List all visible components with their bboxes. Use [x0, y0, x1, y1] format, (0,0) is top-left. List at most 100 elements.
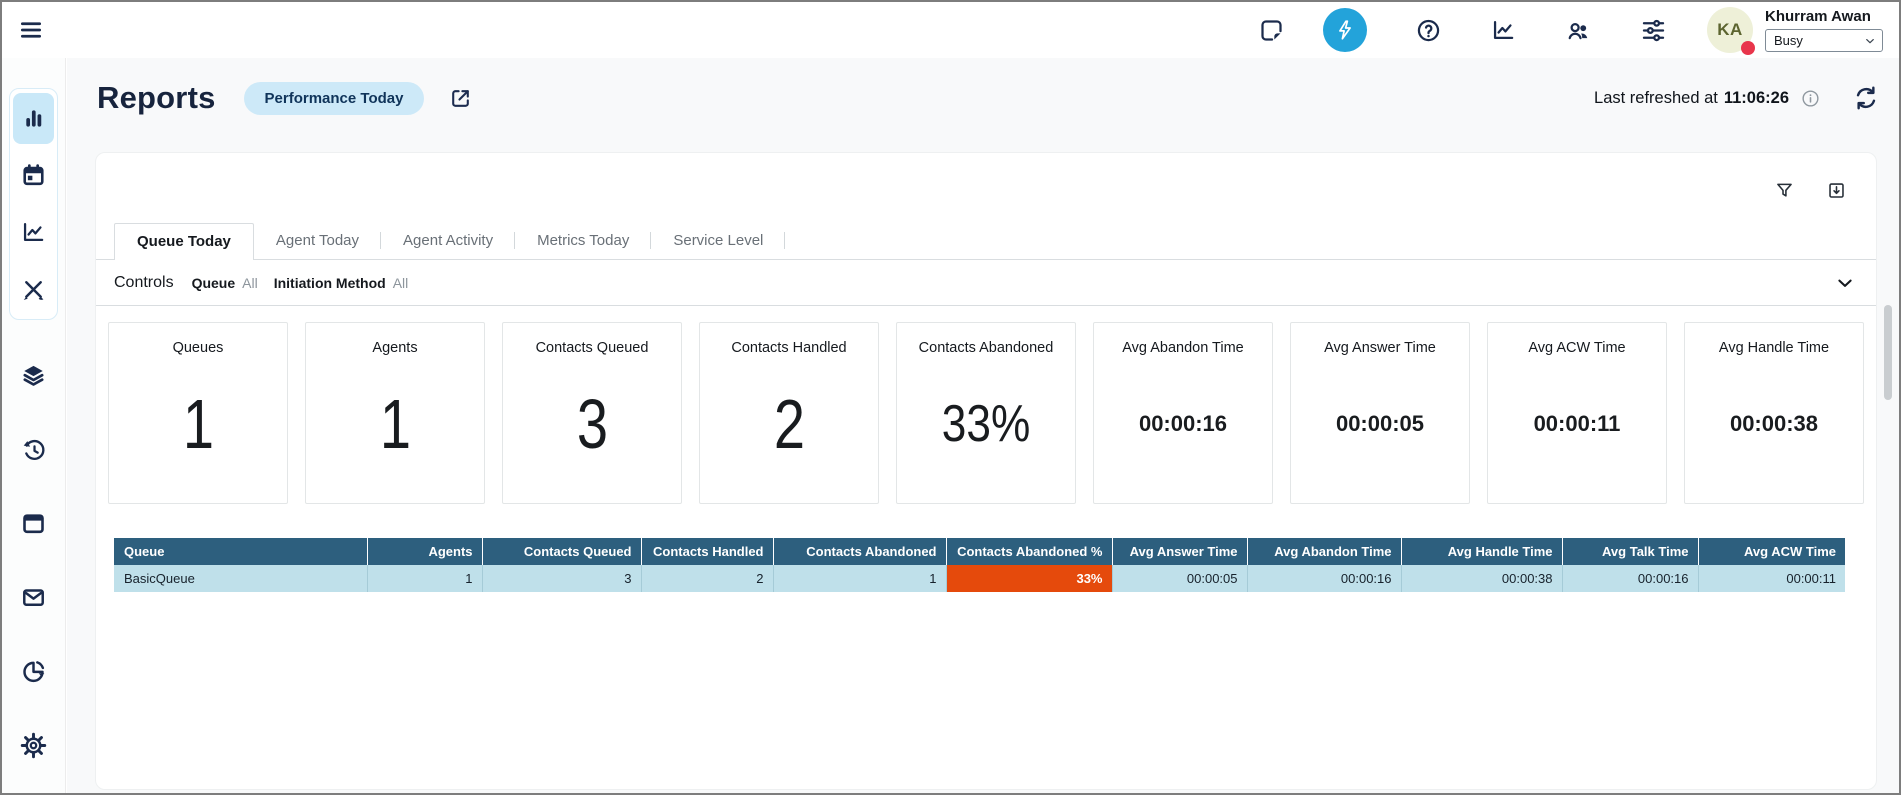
metrics-button[interactable] — [1489, 16, 1517, 44]
controls-label: Controls — [114, 274, 174, 292]
sidebar-item-pie-reports[interactable] — [12, 649, 56, 693]
sidebar-item-layers[interactable] — [12, 353, 56, 397]
open-external-button[interactable] — [448, 85, 475, 112]
kpi-label: Contacts Abandoned — [919, 340, 1054, 356]
queue-metrics-table: QueueAgentsContacts QueuedContacts Handl… — [114, 538, 1845, 592]
external-link-icon — [448, 86, 473, 111]
select-chevron-icon — [1863, 34, 1877, 48]
kpi-label: Queues — [173, 340, 224, 356]
gear-icon — [20, 732, 47, 759]
kpi-label: Agents — [372, 340, 417, 356]
sidebar-item-design[interactable] — [13, 264, 54, 315]
kpi-card-queues: Queues1 — [108, 322, 288, 504]
download-button[interactable] — [1826, 179, 1848, 201]
kpi-card-avg-acw-time: Avg ACW Time00:00:11 — [1487, 322, 1667, 504]
sidebar-item-windows[interactable] — [12, 501, 56, 545]
tab-service-level[interactable]: Service Level — [651, 223, 785, 259]
download-icon — [1826, 180, 1847, 201]
page-header: Reports Performance Today Last refreshed… — [67, 58, 1899, 116]
user-block: Khurram Awan Busy — [1765, 8, 1883, 52]
kpi-card-agents: Agents1 — [305, 322, 485, 504]
filter-button[interactable] — [1774, 179, 1796, 201]
help-button[interactable] — [1414, 16, 1442, 44]
column-header-contacts-handled[interactable]: Contacts Handled — [641, 538, 773, 565]
sidebar-primary-group — [9, 88, 58, 320]
table-cell: 2 — [641, 565, 773, 592]
line-chart-icon — [20, 219, 47, 246]
info-icon — [1800, 88, 1821, 109]
column-header-contacts-abandoned-[interactable]: Contacts Abandoned % — [946, 538, 1112, 565]
kpi-cards: Queues1Agents1Contacts Queued3Contacts H… — [108, 322, 1864, 504]
report-badge[interactable]: Performance Today — [244, 82, 425, 115]
bar-chart-icon — [20, 105, 47, 132]
tab-agent-today[interactable]: Agent Today — [254, 223, 381, 259]
sidebar-item-analytics[interactable] — [13, 207, 54, 258]
last-refreshed: Last refreshed at 11:06:26 — [1594, 84, 1881, 113]
kpi-label: Avg Abandon Time — [1122, 340, 1243, 356]
user-avatar[interactable]: KA — [1707, 7, 1753, 53]
abandoned-percent-cell: 33% — [946, 565, 1112, 592]
sidebar-item-mail[interactable] — [12, 575, 56, 619]
scrollbar-thumb[interactable] — [1884, 305, 1892, 400]
kpi-value: 33% — [942, 356, 1030, 503]
sidebar-secondary-group — [2, 353, 65, 767]
table-cell: 1 — [773, 565, 946, 592]
collapse-controls-button[interactable] — [1833, 270, 1858, 295]
sidebar-item-history[interactable] — [12, 427, 56, 471]
kpi-label: Avg Handle Time — [1719, 340, 1829, 356]
column-header-avg-handle-time[interactable]: Avg Handle Time — [1401, 538, 1562, 565]
topbar-actions: KA Khurram Awan Busy — [1210, 7, 1883, 53]
table-row[interactable]: BasicQueue132133%00:00:0500:00:1600:00:3… — [114, 565, 1845, 592]
users-icon — [1565, 17, 1592, 44]
kpi-card-contacts-handled: Contacts Handled2 — [699, 322, 879, 504]
report-tabs: Queue TodayAgent TodayAgent ActivityMetr… — [96, 223, 1876, 260]
column-header-queue[interactable]: Queue — [114, 538, 367, 565]
table-cell: 00:00:16 — [1562, 565, 1698, 592]
column-header-avg-abandon-time[interactable]: Avg Abandon Time — [1247, 538, 1401, 565]
sidebar-item-settings[interactable] — [12, 723, 56, 767]
menu-button[interactable] — [18, 14, 50, 46]
status-select[interactable]: Busy — [1765, 29, 1883, 52]
hamburger-icon — [18, 17, 44, 43]
refresh-icon — [1852, 84, 1880, 112]
topbar: KA Khurram Awan Busy — [2, 2, 1899, 58]
kpi-value: 00:00:05 — [1336, 356, 1424, 503]
kpi-value: 00:00:16 — [1139, 356, 1227, 503]
filter-value: All — [393, 275, 409, 291]
layers-icon — [20, 362, 47, 389]
notes-button[interactable] — [1257, 16, 1285, 44]
column-header-contacts-abandoned[interactable]: Contacts Abandoned — [773, 538, 946, 565]
mail-icon — [20, 584, 47, 611]
column-header-avg-acw-time[interactable]: Avg ACW Time — [1698, 538, 1845, 565]
sidebar-item-schedule[interactable] — [13, 150, 54, 201]
tab-queue-today[interactable]: Queue Today — [114, 223, 254, 260]
kpi-value: 00:00:38 — [1730, 356, 1818, 503]
tab-agent-activity[interactable]: Agent Activity — [381, 223, 515, 259]
column-header-contacts-queued[interactable]: Contacts Queued — [482, 538, 641, 565]
kpi-card-avg-abandon-time: Avg Abandon Time00:00:16 — [1093, 322, 1273, 504]
table-header-row: QueueAgentsContacts QueuedContacts Handl… — [114, 538, 1845, 565]
table-cell: BasicQueue — [114, 565, 367, 592]
table-cell: 1 — [367, 565, 482, 592]
filter-initiation-method[interactable]: Initiation MethodAll — [274, 275, 409, 291]
users-button[interactable] — [1564, 16, 1592, 44]
filter-name: Queue — [192, 275, 236, 291]
main-content: Reports Performance Today Last refreshed… — [67, 58, 1899, 793]
filter-queue[interactable]: QueueAll — [192, 275, 258, 291]
info-button[interactable] — [1800, 87, 1822, 109]
window-icon — [20, 510, 47, 537]
lightning-button[interactable] — [1323, 8, 1367, 52]
kpi-card-contacts-queued: Contacts Queued3 — [502, 322, 682, 504]
column-header-agents[interactable]: Agents — [367, 538, 482, 565]
panel-tools — [1774, 179, 1848, 201]
kpi-card-avg-answer-time: Avg Answer Time00:00:05 — [1290, 322, 1470, 504]
column-header-avg-talk-time[interactable]: Avg Talk Time — [1562, 538, 1698, 565]
kpi-value: 1 — [379, 356, 410, 503]
table-cell: 00:00:05 — [1112, 565, 1247, 592]
metrics-icon — [1490, 17, 1517, 44]
sidebar-item-reports[interactable] — [13, 93, 54, 144]
column-header-avg-answer-time[interactable]: Avg Answer Time — [1112, 538, 1247, 565]
settings-sliders-button[interactable] — [1639, 16, 1667, 44]
refresh-button[interactable] — [1852, 84, 1881, 113]
tab-metrics-today[interactable]: Metrics Today — [515, 223, 651, 259]
